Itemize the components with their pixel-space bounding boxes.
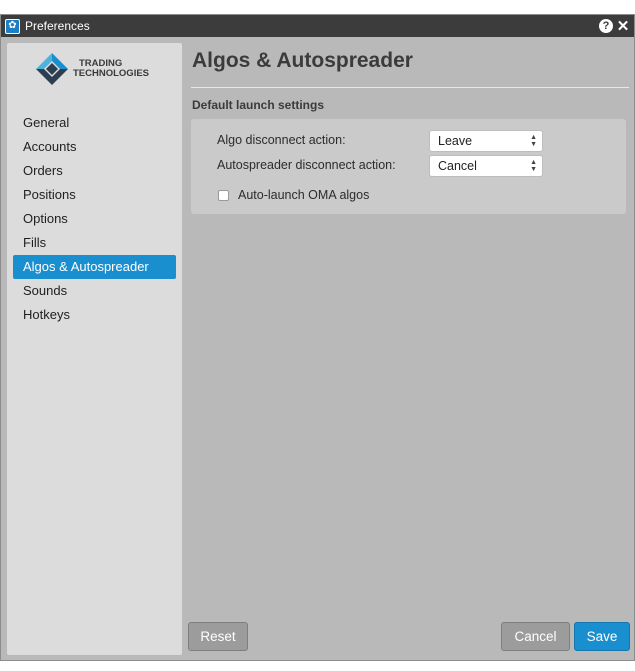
sidebar-item-options[interactable]: Options xyxy=(13,207,176,231)
sidebar-item-positions[interactable]: Positions xyxy=(13,183,176,207)
select-arrows-icon: ▲ ▼ xyxy=(530,134,537,148)
sidebar-item-algos-autospreader[interactable]: Algos & Autospreader xyxy=(13,255,176,279)
help-icon[interactable]: ? xyxy=(599,19,613,33)
algo-disconnect-label: Algo disconnect action: xyxy=(217,133,346,147)
sidebar-item-fills[interactable]: Fills xyxy=(13,231,176,255)
auto-launch-oma-row: Auto-launch OMA algos xyxy=(218,188,369,202)
logo-text: TRADING TECHNOLOGIES xyxy=(73,59,149,79)
close-icon[interactable]: ✕ xyxy=(616,18,630,35)
title-controls: ? ✕ xyxy=(599,18,630,35)
sidebar-item-general[interactable]: General xyxy=(13,111,176,135)
launch-settings-panel: Algo disconnect action: Leave ▲ ▼ Autospr… xyxy=(191,119,626,214)
autospreader-disconnect-select[interactable]: Cancel ▲ ▼ xyxy=(429,155,543,177)
preferences-nav: General Accounts Orders Positions Option… xyxy=(13,111,176,327)
app-icon: ✿ xyxy=(5,18,20,34)
select-arrows-icon: ▲ ▼ xyxy=(530,159,537,173)
title-bar: ✿ Preferences ? ✕ xyxy=(1,15,634,37)
autospreader-disconnect-value: Cancel xyxy=(438,159,477,173)
save-button[interactable]: Save xyxy=(574,622,630,651)
tt-logo-mark-icon xyxy=(36,53,68,85)
algo-disconnect-value: Leave xyxy=(438,134,473,148)
reset-button[interactable]: Reset xyxy=(188,622,248,651)
cancel-button[interactable]: Cancel xyxy=(501,622,570,651)
preferences-window: ✿ Preferences ? ✕ TRADING TECHNOLOGIES G… xyxy=(0,14,635,661)
logo-line-technologies: TECHNOLOGIES xyxy=(73,68,150,79)
main-content: Algos & Autospreader Default launch sett… xyxy=(191,43,629,655)
autospreader-disconnect-label: Autospreader disconnect action: xyxy=(217,158,396,172)
auto-launch-oma-label[interactable]: Auto-launch OMA algos xyxy=(238,188,369,202)
sidebar: TRADING TECHNOLOGIES General Accounts Or… xyxy=(7,43,182,655)
section-title: Default launch settings xyxy=(192,98,325,112)
sidebar-item-accounts[interactable]: Accounts xyxy=(13,135,176,159)
trading-technologies-logo: TRADING TECHNOLOGIES xyxy=(34,51,159,87)
sidebar-item-orders[interactable]: Orders xyxy=(13,159,176,183)
auto-launch-oma-checkbox[interactable] xyxy=(218,189,229,201)
window-title: Preferences xyxy=(25,19,90,33)
algo-disconnect-select[interactable]: Leave ▲ ▼ xyxy=(429,130,543,152)
title-divider xyxy=(191,87,629,88)
sidebar-item-hotkeys[interactable]: Hotkeys xyxy=(13,303,176,327)
sidebar-item-sounds[interactable]: Sounds xyxy=(13,279,176,303)
page-title: Algos & Autospreader xyxy=(192,49,413,72)
